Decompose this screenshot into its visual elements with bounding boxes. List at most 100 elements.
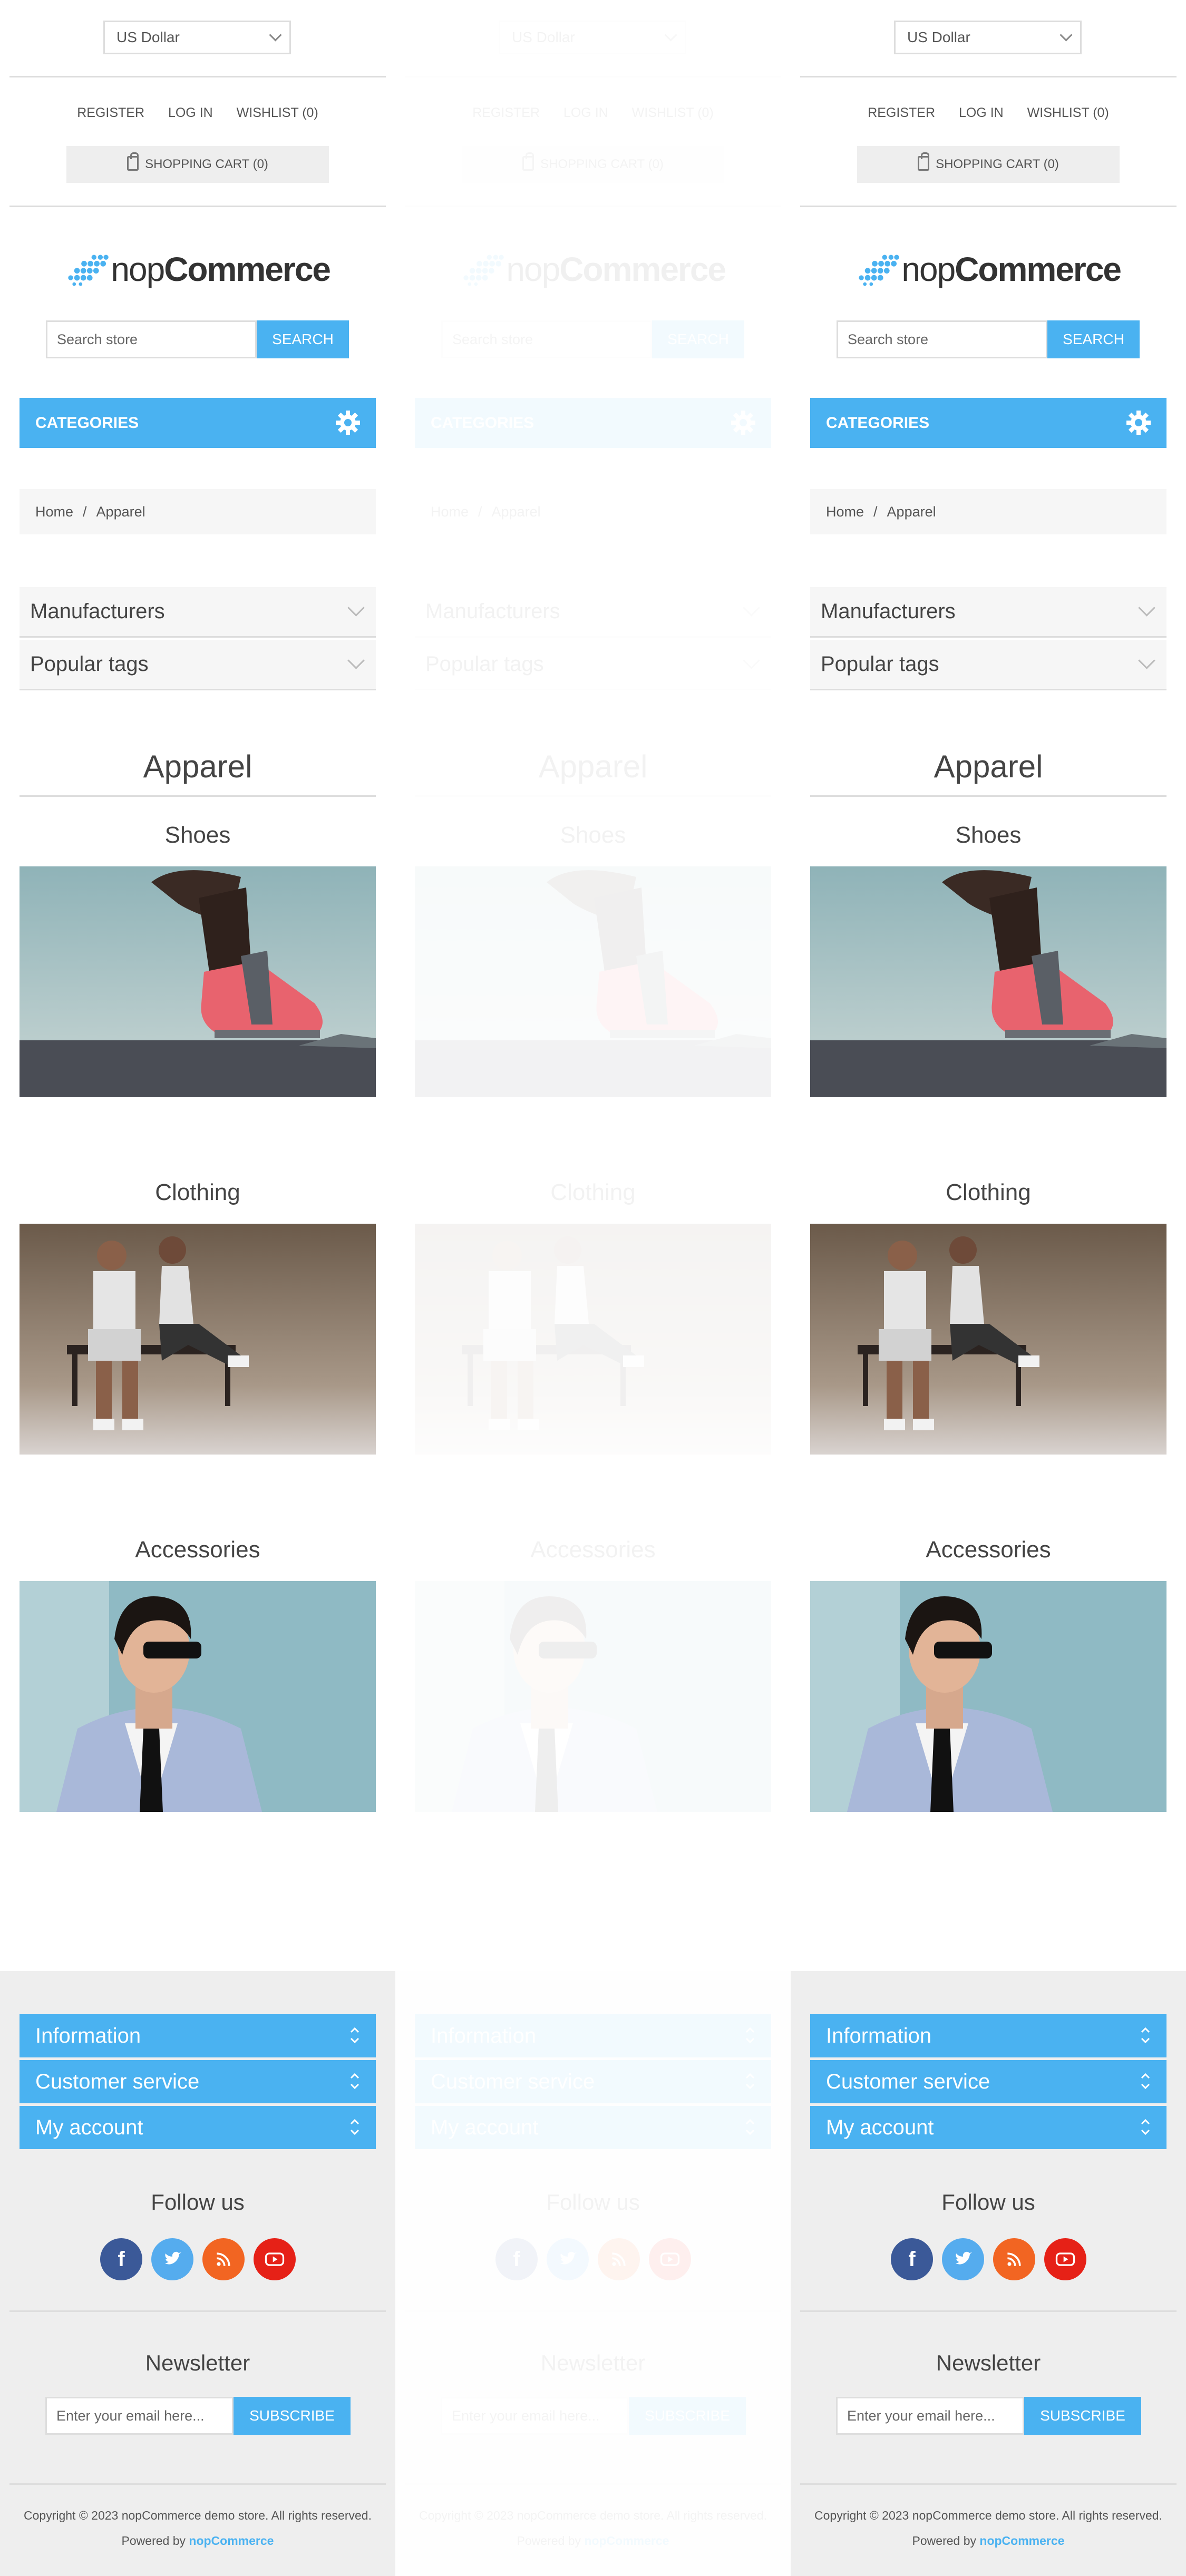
divider (9, 206, 386, 207)
category-image-accessories[interactable] (20, 1581, 376, 1812)
twitter-icon[interactable] (151, 2238, 193, 2280)
breadcrumb-home[interactable]: Home (826, 504, 864, 520)
footer-information-toggle[interactable]: Information (810, 2014, 1166, 2057)
search-button[interactable]: SEARCH (1047, 320, 1140, 358)
subscribe-button[interactable]: SUBSCRIBE (234, 2397, 351, 2435)
category-title-shoes[interactable]: Shoes (810, 822, 1166, 848)
search-input[interactable]: Search store (837, 320, 1047, 358)
subscribe-button[interactable]: SUBSCRIBE (629, 2397, 746, 2435)
divider (405, 76, 781, 77)
footer-information-toggle[interactable]: Information (415, 2014, 771, 2057)
rss-icon[interactable] (993, 2238, 1035, 2280)
header-links: REGISTER LOG IN WISHLIST (0) (791, 105, 1186, 121)
footer-customer-service-toggle[interactable]: Customer service (20, 2060, 376, 2103)
category-image-accessories[interactable] (810, 1581, 1166, 1812)
category-title-accessories[interactable]: Accessories (20, 1537, 376, 1563)
categories-menu-toggle[interactable]: CATEGORIES (415, 398, 771, 448)
category-title-clothing[interactable]: Clothing (810, 1179, 1166, 1206)
wishlist-link[interactable]: WISHLIST (0) (1027, 105, 1109, 120)
manufacturers-block[interactable]: Manufacturers (810, 587, 1166, 638)
wishlist-link[interactable]: WISHLIST (0) (632, 105, 714, 120)
breadcrumb: Home / Apparel (810, 489, 1166, 534)
newsletter-email-input[interactable]: Enter your email here... (441, 2397, 629, 2435)
footer-information-toggle[interactable]: Information (20, 2014, 376, 2057)
search-input[interactable]: Search store (46, 320, 257, 358)
category-image-accessories[interactable] (415, 1581, 771, 1812)
manufacturers-block[interactable]: Manufacturers (20, 587, 376, 638)
category-image-clothing[interactable] (810, 1224, 1166, 1455)
category-title-clothing[interactable]: Clothing (20, 1179, 376, 1206)
breadcrumb-home[interactable]: Home (35, 504, 73, 520)
popular-tags-block[interactable]: Popular tags (20, 640, 376, 690)
login-link[interactable]: LOG IN (168, 105, 213, 120)
chevron-down-icon (664, 28, 677, 42)
rss-icon[interactable] (202, 2238, 245, 2280)
manufacturers-block[interactable]: Manufacturers (415, 587, 771, 638)
chevron-updown-icon (350, 2119, 359, 2135)
category-image-clothing[interactable] (415, 1224, 771, 1455)
footer-my-account-toggle[interactable]: My account (810, 2106, 1166, 2149)
twitter-icon[interactable] (942, 2238, 984, 2280)
youtube-icon[interactable] (254, 2238, 296, 2280)
youtube-icon[interactable] (1044, 2238, 1086, 2280)
register-link[interactable]: REGISTER (868, 105, 935, 120)
shopping-cart-button[interactable]: SHOPPING CART (0) (462, 146, 724, 183)
search-button[interactable]: SEARCH (652, 320, 744, 358)
chevron-updown-icon (350, 2073, 359, 2090)
chevron-down-icon (1138, 599, 1155, 617)
login-link[interactable]: LOG IN (959, 105, 1004, 120)
category-title-shoes[interactable]: Shoes (20, 822, 376, 848)
currency-selector[interactable]: US Dollar (894, 21, 1082, 54)
wishlist-link[interactable]: WISHLIST (0) (237, 105, 318, 120)
chevron-down-icon (743, 599, 760, 617)
powered-by-link[interactable]: nopCommerce (189, 2534, 274, 2548)
category-title-shoes[interactable]: Shoes (415, 822, 771, 848)
category-image-clothing[interactable] (20, 1224, 376, 1455)
subscribe-button[interactable]: SUBSCRIBE (1024, 2397, 1141, 2435)
footer-my-account-toggle[interactable]: My account (20, 2106, 376, 2149)
youtube-icon[interactable] (649, 2238, 691, 2280)
divider (405, 2483, 781, 2485)
rss-icon[interactable] (598, 2238, 640, 2280)
search-input[interactable]: Search store (441, 320, 652, 358)
search-button[interactable]: SEARCH (257, 320, 349, 358)
site-logo[interactable]: nopCommerce (857, 244, 1122, 295)
divider (9, 2483, 386, 2485)
footer-customer-service-toggle[interactable]: Customer service (810, 2060, 1166, 2103)
currency-selector[interactable]: US Dollar (103, 21, 291, 54)
facebook-icon[interactable]: f (495, 2238, 538, 2280)
currency-selector[interactable]: US Dollar (499, 21, 686, 54)
chevron-updown-icon (745, 2027, 755, 2044)
shopping-cart-button[interactable]: SHOPPING CART (0) (66, 146, 329, 183)
register-link[interactable]: REGISTER (77, 105, 144, 120)
site-logo[interactable]: nopCommerce (462, 244, 726, 295)
categories-menu-toggle[interactable]: CATEGORIES (810, 398, 1166, 448)
footer-customer-service-toggle[interactable]: Customer service (415, 2060, 771, 2103)
categories-menu-toggle[interactable]: CATEGORIES (20, 398, 376, 448)
site-logo[interactable]: nopCommerce (66, 244, 331, 295)
powered-by-link[interactable]: nopCommerce (979, 2534, 1064, 2548)
mobile-frame-right: US Dollar REGISTER LOG IN WISHLIST (0) S… (791, 0, 1186, 2576)
category-title-clothing[interactable]: Clothing (415, 1179, 771, 1206)
category-title-accessories[interactable]: Accessories (415, 1537, 771, 1563)
chevron-down-icon (1138, 652, 1155, 669)
footer-my-account-toggle[interactable]: My account (415, 2106, 771, 2149)
facebook-icon[interactable]: f (891, 2238, 933, 2280)
popular-tags-block[interactable]: Popular tags (415, 640, 771, 690)
breadcrumb: Home / Apparel (20, 489, 376, 534)
newsletter-email-input[interactable]: Enter your email here... (836, 2397, 1024, 2435)
newsletter-email-input[interactable]: Enter your email here... (45, 2397, 234, 2435)
breadcrumb-home[interactable]: Home (431, 504, 469, 520)
category-image-shoes[interactable] (20, 866, 376, 1097)
twitter-icon[interactable] (547, 2238, 589, 2280)
follow-us-title: Follow us (546, 2190, 640, 2214)
facebook-icon[interactable]: f (100, 2238, 142, 2280)
powered-by-link[interactable]: nopCommerce (584, 2534, 669, 2548)
shopping-cart-button[interactable]: SHOPPING CART (0) (857, 146, 1120, 183)
login-link[interactable]: LOG IN (563, 105, 608, 120)
category-image-shoes[interactable] (810, 866, 1166, 1097)
popular-tags-block[interactable]: Popular tags (810, 640, 1166, 690)
category-title-accessories[interactable]: Accessories (810, 1537, 1166, 1563)
register-link[interactable]: REGISTER (472, 105, 540, 120)
category-image-shoes[interactable] (415, 866, 771, 1097)
